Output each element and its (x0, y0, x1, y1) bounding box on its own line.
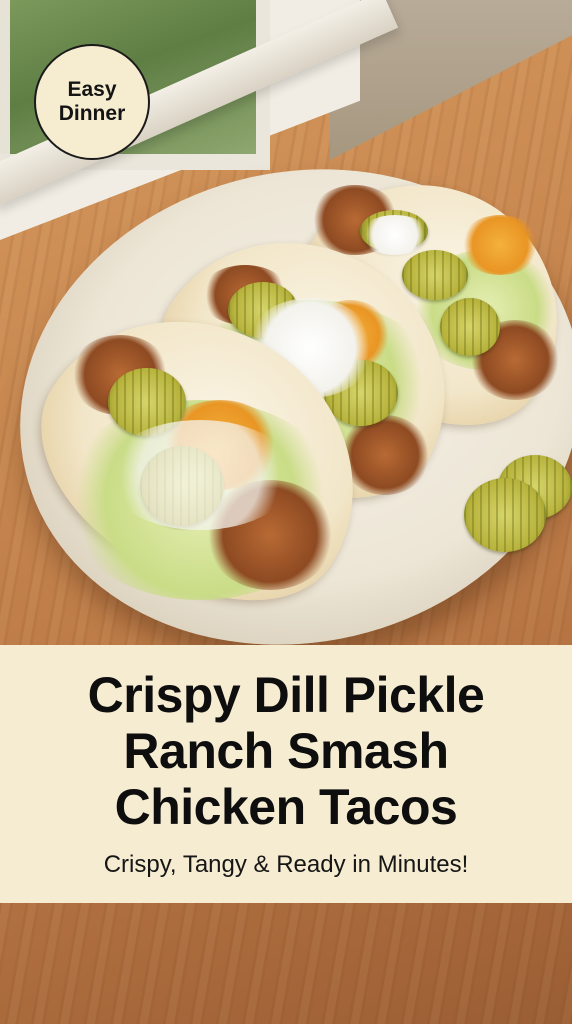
title-line-3: Chicken Tacos (114, 779, 458, 835)
badge-line-1: Easy (67, 78, 117, 101)
recipe-title: Crispy Dill Pickle Ranch Smash Chicken T… (88, 645, 485, 835)
chicken (340, 415, 430, 495)
pickle-slice (464, 478, 546, 552)
title-line-2: Ranch Smash (123, 723, 449, 779)
badge-line-2: Dinner (58, 102, 126, 125)
ranch-drizzle (360, 215, 430, 255)
title-banner: Crispy Dill Pickle Ranch Smash Chicken T… (0, 645, 572, 903)
pickle-slice (440, 298, 500, 356)
title-line-1: Crispy Dill Pickle (87, 667, 485, 723)
category-badge: Easy Dinner (34, 44, 150, 160)
pickle-slice (402, 250, 468, 300)
cheese (460, 215, 540, 275)
recipe-subtitle: Crispy, Tangy & Ready in Minutes! (103, 851, 469, 878)
ranch-drizzle (105, 420, 295, 530)
